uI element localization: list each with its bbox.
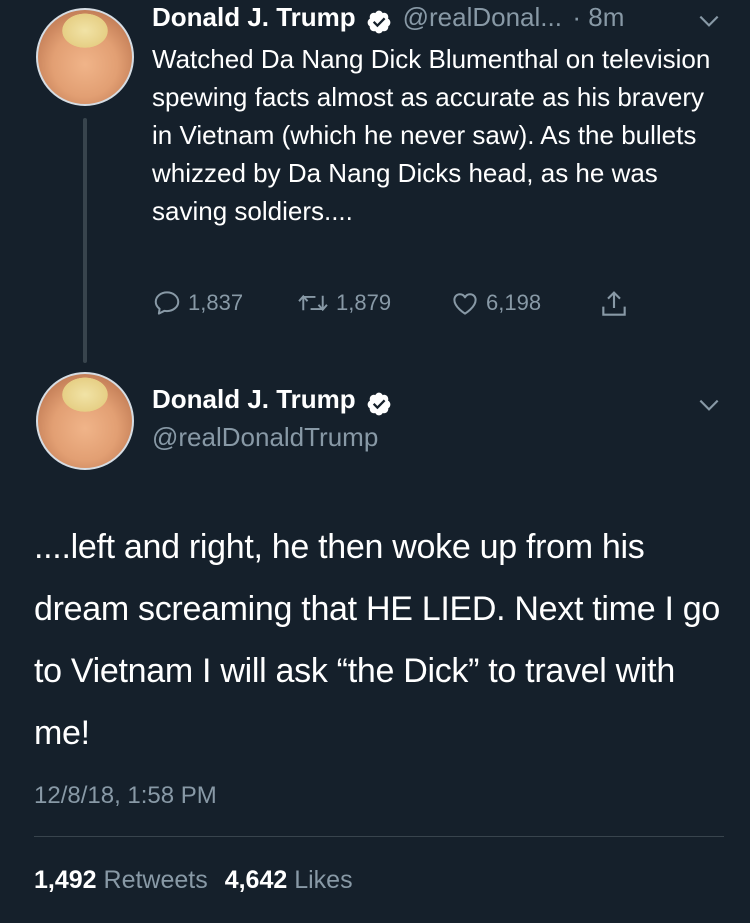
tweet2-body: ....left and right, he then woke up from… bbox=[34, 528, 720, 752]
avatar-tweet1[interactable] bbox=[36, 8, 134, 106]
likes-stat[interactable]: 4,642 Likes bbox=[225, 866, 353, 894]
chevron-down-icon[interactable] bbox=[696, 392, 722, 418]
retweet-button[interactable]: 1,879 bbox=[296, 288, 391, 318]
retweet-icon bbox=[298, 294, 328, 312]
tweet1-author-name[interactable]: Donald J. Trump bbox=[152, 2, 356, 32]
tweet2-author-name[interactable]: Donald J. Trump bbox=[152, 384, 356, 414]
retweets-stat[interactable]: 1,492 Retweets bbox=[34, 866, 215, 894]
retweets-stat-label: Retweets bbox=[103, 866, 208, 894]
like-icon bbox=[453, 293, 477, 315]
like-button[interactable]: 6,198 bbox=[450, 288, 541, 318]
thread-connector bbox=[83, 118, 87, 363]
retweets-stat-count: 1,492 bbox=[34, 866, 97, 894]
tweet2-handle[interactable]: @realDonaldTrump bbox=[152, 422, 378, 453]
tweet1-time[interactable]: · 8m bbox=[572, 2, 624, 32]
tweet1-body: Watched Da Nang Dick Blumenthal on telev… bbox=[152, 44, 711, 226]
share-button[interactable] bbox=[598, 288, 636, 320]
verified-badge-icon bbox=[367, 392, 391, 416]
likes-stat-label: Likes bbox=[294, 866, 353, 894]
tweet2-timestamp[interactable]: 12/8/18, 1:58 PM bbox=[34, 782, 217, 810]
avatar-tweet2[interactable] bbox=[36, 372, 134, 470]
tweet1-header: Donald J. Trump @realDonal... · 8m bbox=[152, 2, 624, 35]
tweet2-author: Donald J. Trump bbox=[152, 384, 392, 417]
like-count: 6,198 bbox=[486, 290, 542, 315]
reply-icon bbox=[154, 291, 180, 315]
divider bbox=[34, 836, 724, 837]
chevron-down-icon[interactable] bbox=[696, 8, 722, 34]
verified-badge-icon bbox=[367, 10, 391, 34]
reply-button[interactable]: 1,837 bbox=[152, 288, 243, 318]
retweet-count: 1,879 bbox=[336, 290, 392, 315]
reply-count: 1,837 bbox=[188, 290, 244, 315]
engagement-stats: 1,492 Retweets 4,642 Likes bbox=[34, 866, 353, 895]
tweet1-handle[interactable]: @realDonal... bbox=[403, 2, 562, 32]
share-icon bbox=[602, 291, 626, 316]
likes-stat-count: 4,642 bbox=[224, 866, 288, 894]
